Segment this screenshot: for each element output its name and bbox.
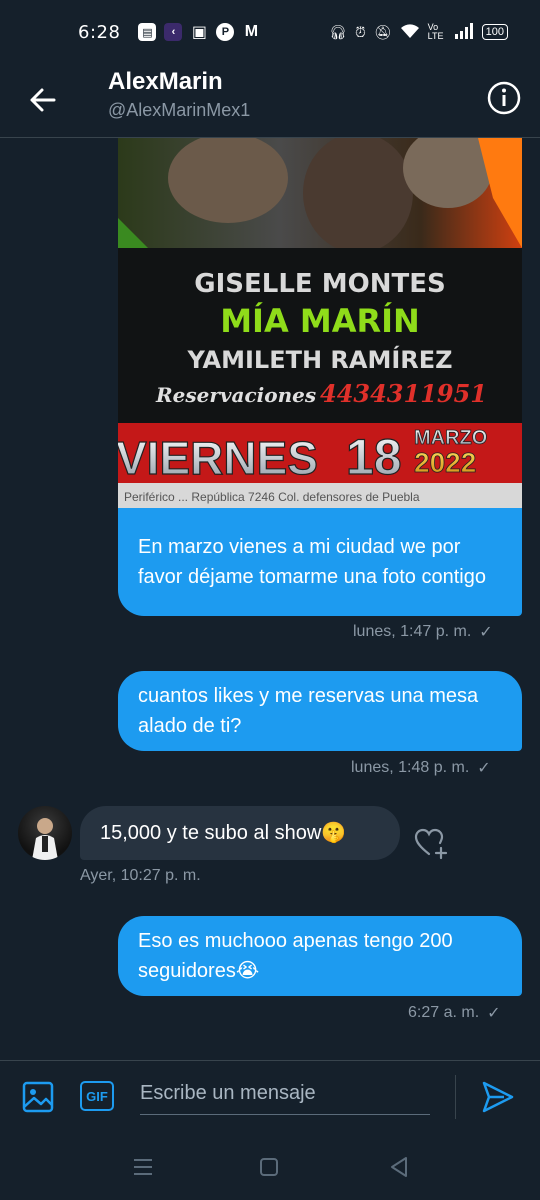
- mute-icon: 🔕︎: [373, 23, 392, 40]
- gif-label: GIF: [86, 1088, 108, 1104]
- signal-icon: [454, 22, 474, 42]
- triangle-back-icon: [391, 1157, 407, 1177]
- shared-poster-image[interactable]: GISELLE MONTES MÍA MARÍN YAMILETH RAMÍRE…: [118, 138, 522, 508]
- recents-button[interactable]: [128, 1152, 158, 1182]
- poster-date: 18: [346, 429, 402, 485]
- headset-icon: 🎧︎: [329, 23, 347, 40]
- back-button[interactable]: [24, 80, 64, 120]
- send-icon: [482, 1081, 514, 1113]
- poster-reservations-phone: 4434311951: [320, 379, 487, 408]
- sent-message-bubble[interactable]: Eso es muchooo apenas tengo 200 seguidor…: [118, 916, 522, 996]
- pinterest-icon: P: [216, 23, 235, 41]
- news-icon: ▤: [138, 23, 157, 41]
- notification-icons: ▤ ‹ ▣ P M: [138, 23, 260, 41]
- poster-graphic: GISELLE MONTES MÍA MARÍN YAMILETH RAMÍRE…: [118, 138, 522, 508]
- message-text: Eso es muchooo apenas tengo 200 seguidor…: [138, 930, 453, 982]
- composer-divider: [455, 1075, 456, 1119]
- image-icon: [22, 1081, 54, 1113]
- timestamp-text: 6:27 a. m.: [408, 1004, 480, 1021]
- contact-avatar[interactable]: [18, 806, 72, 860]
- system-back-button[interactable]: [384, 1152, 414, 1182]
- timestamp-text: lunes, 1:48 p. m.: [351, 759, 470, 776]
- message-text: cuantos likes y me reservas una mesa ala…: [138, 685, 479, 737]
- conversation-header: AlexMarin @AlexMarinMex1: [0, 64, 540, 138]
- sent-message-bubble[interactable]: cuantos likes y me reservas una mesa ala…: [118, 671, 522, 751]
- gif-button[interactable]: GIF: [80, 1081, 114, 1111]
- info-icon: [487, 81, 521, 115]
- message-input[interactable]: [140, 1073, 430, 1115]
- message-timestamp: Ayer, 10:27 p. m.: [80, 867, 201, 885]
- message-text: En marzo vienes a mi ciudad we por favor…: [138, 536, 486, 588]
- checkmark-icon: ✓: [487, 1005, 501, 1022]
- heart-plus-icon: [414, 828, 448, 860]
- status-time: 6:28: [78, 21, 121, 43]
- arrow-left-icon: [30, 88, 56, 112]
- network-type: Vo LTE: [427, 22, 444, 41]
- menu-icon: [134, 1159, 152, 1175]
- contact-name[interactable]: AlexMarin: [108, 68, 223, 96]
- react-button[interactable]: [412, 824, 450, 862]
- timestamp-text: lunes, 1:47 p. m.: [353, 623, 472, 640]
- received-message-bubble[interactable]: 15,000 y te subo al show🤫: [80, 806, 400, 860]
- poster-reservations-label: Reservaciones: [155, 383, 316, 407]
- poster-day: VIERNES: [118, 432, 318, 484]
- wifi-icon: [400, 23, 420, 42]
- square-icon: [260, 1158, 278, 1176]
- twitch-icon: ▣: [191, 24, 207, 41]
- home-button[interactable]: [254, 1152, 284, 1182]
- timestamp-text: Ayer, 10:27 p. m.: [80, 867, 201, 884]
- checkmark-icon: ✓: [477, 760, 491, 777]
- system-icons: 🎧︎ ⏰︎ 🔕︎ Vo LTE 100: [329, 22, 508, 42]
- message-timestamp: 6:27 a. m. ✓: [408, 1003, 501, 1023]
- status-bar: 6:28 ▤ ‹ ▣ P M 🎧︎ ⏰︎ 🔕︎ Vo LTE 100: [0, 0, 540, 64]
- system-navigation-bar: [0, 1132, 540, 1200]
- battery-level: 100: [481, 24, 508, 40]
- kick-icon: ‹: [164, 23, 183, 41]
- contact-handle[interactable]: @AlexMarinMex1: [108, 100, 250, 121]
- poster-line1: GISELLE MONTES: [194, 269, 445, 299]
- message-text: 15,000 y te subo al show🤫: [100, 822, 347, 844]
- poster-month: MARZO: [414, 427, 487, 449]
- poster-address: Periférico ... República 7246 Col. defen…: [124, 490, 420, 504]
- send-button[interactable]: [478, 1077, 518, 1117]
- avatar-image: [32, 818, 58, 860]
- conversation-info-button[interactable]: [484, 78, 524, 118]
- add-photo-button[interactable]: [20, 1079, 56, 1115]
- gmail-icon: M: [244, 23, 259, 40]
- alarm-icon: ⏰︎: [354, 23, 366, 40]
- message-composer: GIF: [0, 1060, 540, 1132]
- message-timestamp: lunes, 1:47 p. m. ✓: [353, 622, 493, 642]
- checkmark-icon: ✓: [479, 624, 493, 641]
- message-timestamp: lunes, 1:48 p. m. ✓: [351, 758, 491, 778]
- sent-message-bubble[interactable]: En marzo vienes a mi ciudad we por favor…: [118, 508, 522, 616]
- poster-line2: MÍA MARÍN: [220, 302, 420, 340]
- poster-year: 2022: [414, 447, 476, 478]
- poster-line3: YAMILETH RAMÍREZ: [186, 345, 452, 374]
